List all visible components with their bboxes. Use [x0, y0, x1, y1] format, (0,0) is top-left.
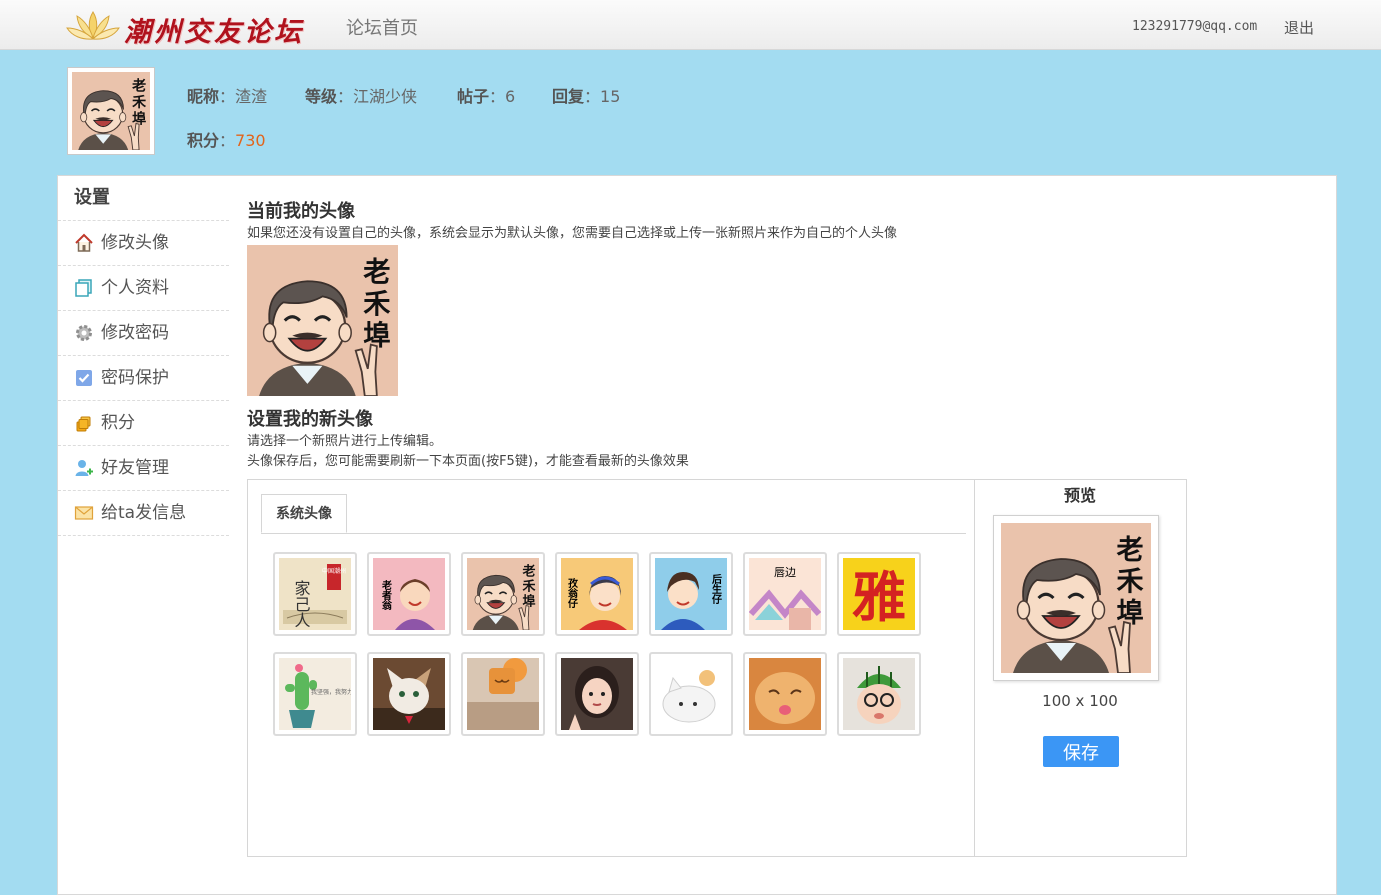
logout-link[interactable]: 退出 [1284, 17, 1314, 38]
svg-text:埠: 埠 [1117, 597, 1144, 629]
top-bar: 潮州交友论坛 论坛首页 123291779@qq.com 退出 [0, 0, 1381, 50]
coins-icon [74, 413, 94, 433]
sidebar-item-label: 个人资料 [101, 278, 169, 298]
sidebar-item-send-message[interactable]: 给ta发信息 [58, 491, 229, 536]
avatar-option-zhiheizai[interactable]: 孜翁仔 [555, 552, 639, 636]
replies-value: 15 [600, 87, 621, 106]
sidebar-item-label: 修改头像 [101, 233, 169, 253]
nickname-stat: 昵称：渣渣 [187, 87, 268, 106]
score-stat: 积分：730 [187, 131, 266, 150]
svg-text:中国潮州: 中国潮州 [322, 567, 346, 575]
svg-text:埠: 埠 [363, 320, 390, 352]
lotus-logo-icon [66, 11, 120, 40]
avatar-option-laojiaoni[interactable]: 老者翁 [367, 552, 451, 636]
laohebu-avatar-image: 老禾埠 [247, 245, 398, 397]
avatar-option-sleepy-cat[interactable] [743, 652, 827, 736]
laohebu-avatar-image: 老禾埠 [72, 72, 150, 151]
replies-label: 回复 [552, 87, 585, 106]
level-label: 等级 [305, 87, 338, 106]
sidebar-item-points[interactable]: 积分 [58, 401, 229, 446]
svg-text:埠: 埠 [522, 594, 535, 610]
svg-text:孜翁仔: 孜翁仔 [566, 577, 578, 609]
svg-text:雅: 雅 [852, 566, 906, 629]
laohebu-avatar-image: 老禾埠 [1001, 523, 1151, 674]
level-stat: 等级：江湖少侠 [305, 87, 418, 106]
avatar-option-jiajiren[interactable]: 中国潮州家己人 [273, 552, 357, 636]
avatar-option-ya[interactable]: 雅 [837, 552, 921, 636]
svg-text:禾: 禾 [363, 289, 391, 320]
checkbox-icon [74, 368, 94, 388]
sidebar-item-password-protection[interactable]: 密码保护 [58, 356, 229, 401]
preview-title: 预览 [1063, 486, 1096, 505]
avatar-option-white-blob[interactable] [649, 652, 733, 736]
gear-icon [74, 323, 94, 343]
svg-text:老: 老 [132, 78, 146, 95]
nickname-value: 渣渣 [235, 87, 268, 106]
svg-text:老: 老 [363, 257, 390, 288]
preview-image-frame: 老禾埠 [993, 515, 1159, 681]
level-value: 江湖少侠 [353, 87, 418, 106]
house-icon [74, 233, 94, 253]
sidebar-item-friends[interactable]: 好友管理 [58, 446, 229, 491]
forum-home-link[interactable]: 论坛首页 [346, 14, 418, 40]
replies-stat: 回复：15 [552, 87, 621, 106]
copy-icon [74, 278, 94, 298]
sidebar-item-label: 给ta发信息 [101, 503, 187, 523]
system-avatar-area: 系统头像 中国潮州 家己人 老者翁 老禾埠 孜翁仔 后生仔 唇边 雅 我坚强，我… [248, 480, 975, 856]
sidebar-item-change-password[interactable]: 修改密码 [58, 311, 229, 356]
sidebar-title: 设置 [58, 176, 229, 221]
avatar-option-girl[interactable] [555, 652, 639, 736]
site-logo[interactable]: 潮州交友论坛 [64, 6, 324, 48]
sidebar-item-profile[interactable]: 个人资料 [58, 266, 229, 311]
avatar-option-houshengzai[interactable]: 后生仔 [649, 552, 733, 636]
sidebar-item-label: 密码保护 [101, 368, 169, 388]
new-avatar-instruction: 请选择一个新照片进行上传编辑。 [247, 434, 443, 449]
new-avatar-title: 设置我的新头像 [247, 409, 373, 430]
svg-text:埠: 埠 [132, 110, 146, 127]
svg-text:禾: 禾 [1117, 567, 1144, 598]
avatar-chooser: 系统头像 中国潮州 家己人 老者翁 老禾埠 孜翁仔 后生仔 唇边 雅 我坚强，我… [247, 479, 1187, 857]
avatar-option-kitten[interactable] [367, 652, 451, 736]
svg-text:我坚强，我努力。: 我坚强，我努力。 [311, 688, 351, 696]
avatar-option-melon-baby[interactable] [837, 652, 921, 736]
envelope-icon [74, 503, 94, 523]
current-avatar-description: 如果您还没有设置自己的头像，系统会显示为默认头像，您需要自己选择或上传一张新照片… [247, 226, 898, 241]
tab-system-avatars[interactable]: 系统头像 [261, 494, 347, 533]
settings-sidebar: 设置 修改头像 个人资料 修改密码 密码保护 积分 好友管理 给ta发信息 [58, 176, 229, 536]
avatar-option-cube-toy[interactable] [461, 652, 545, 736]
sidebar-item-label: 积分 [101, 413, 135, 433]
svg-text:后生仔: 后生仔 [710, 573, 722, 605]
score-value: 730 [235, 131, 266, 150]
score-label: 积分 [187, 131, 220, 150]
user-email[interactable]: 123291779@qq.com [1132, 19, 1257, 34]
nickname-label: 昵称 [187, 87, 220, 106]
avatar-option-chunbian[interactable]: 唇边 [743, 552, 827, 636]
profile-avatar[interactable]: 老禾埠 [67, 67, 155, 155]
posts-value: 6 [505, 87, 516, 106]
current-avatar-image: 老禾埠 [247, 245, 398, 397]
preview-size-label: 100 x 100 [1042, 692, 1118, 710]
save-button[interactable]: 保存 [1043, 736, 1119, 767]
svg-text:禾: 禾 [522, 579, 535, 594]
site-name: 潮州交友论坛 [124, 17, 304, 48]
svg-text:禾: 禾 [132, 95, 146, 111]
avatar-option-laohebu[interactable]: 老禾埠 [461, 552, 545, 636]
add-user-icon [74, 458, 94, 478]
avatar-option-cactus[interactable]: 我坚强，我努力。 [273, 652, 357, 736]
new-avatar-refresh-note: 头像保存后，您可能需要刷新一下本页面(按F5键)，才能查看最新的头像效果 [247, 454, 689, 469]
current-avatar-title: 当前我的头像 [247, 201, 355, 222]
avatar-preview: 预览 老禾埠 100 x 100 保存 [974, 480, 1186, 856]
settings-panel: 设置 修改头像 个人资料 修改密码 密码保护 积分 好友管理 给ta发信息 当前… [57, 175, 1337, 895]
svg-text:唇边: 唇边 [774, 566, 796, 579]
sidebar-item-label: 修改密码 [101, 323, 169, 343]
posts-stat: 帖子：6 [457, 87, 516, 106]
svg-text:家己人: 家己人 [292, 580, 311, 628]
posts-label: 帖子 [457, 87, 490, 106]
sidebar-item-label: 好友管理 [101, 458, 169, 478]
sidebar-item-change-avatar[interactable]: 修改头像 [58, 221, 229, 266]
svg-text:老: 老 [1117, 535, 1144, 566]
tab-divider [261, 533, 966, 534]
svg-text:老: 老 [521, 563, 535, 579]
